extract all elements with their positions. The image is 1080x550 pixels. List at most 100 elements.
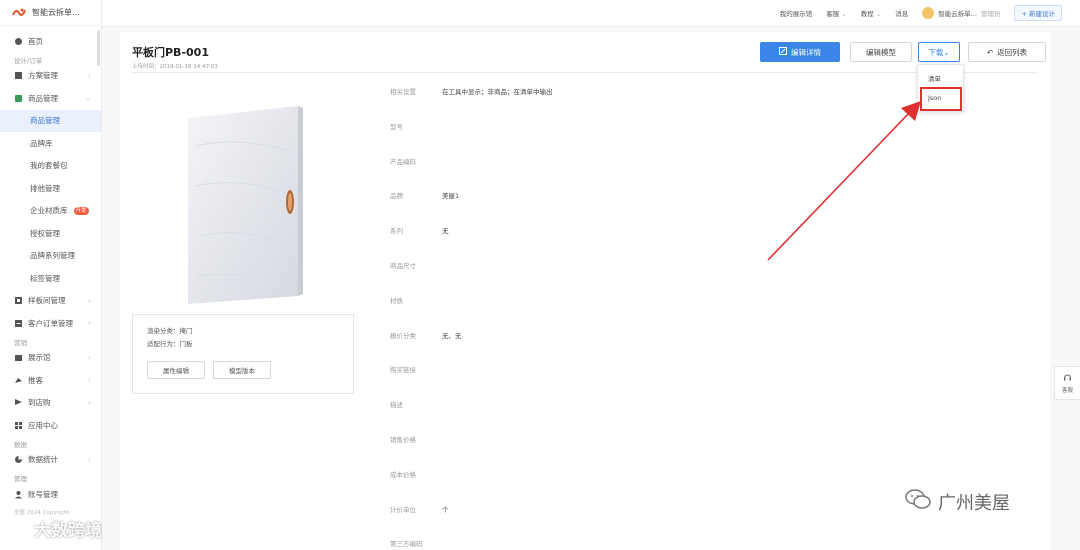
app-title: 智能云拆单... — [32, 8, 80, 17]
new-design-button[interactable]: + 新建设计 — [1014, 5, 1062, 21]
product-image — [132, 86, 354, 314]
scheme-icon — [14, 71, 23, 80]
avatar — [922, 7, 935, 19]
property-row: 销售价格 — [390, 435, 416, 444]
sidebar-item-authorization[interactable]: 授权管理 — [0, 222, 101, 245]
user-role: 管理员 — [980, 10, 1001, 18]
orders-icon — [14, 319, 23, 328]
model-version-button[interactable]: 模型版本 — [213, 361, 271, 379]
dev-badge: 开发 — [73, 206, 89, 215]
section-data: 数据 — [14, 440, 27, 449]
sidebar-item-apps[interactable]: 应用中心 — [0, 414, 101, 437]
pie-chart-icon — [14, 455, 23, 464]
top-bar: 我的展示馆 客服 ⌄ 教程 ⌄ 消息 智能云拆单... 管理员 + 新建设计 — [102, 0, 1080, 27]
topbar-tutorial-link[interactable]: 教程 ⌄ — [861, 8, 882, 18]
sidebar-item-tags[interactable]: 标签管理 — [0, 267, 101, 290]
chevron-right-icon: › — [88, 319, 91, 328]
product-info-box: 渲染分类：掩门 适配行为：门板 属性编辑 模型版本 — [132, 314, 354, 394]
back-icon: ↶ — [986, 47, 994, 57]
sidebar-item-shop[interactable]: 到店购 › — [0, 392, 101, 415]
download-button[interactable]: 下载 ⌄ — [918, 42, 960, 62]
topbar-service-link[interactable]: 客服 ⌄ — [826, 8, 847, 18]
sample-room-icon — [14, 296, 23, 305]
page-title: 平板门PB-001 — [132, 46, 209, 59]
chevron-down-icon: ⌄ — [943, 47, 950, 57]
fit-behavior: 适配行为：门板 — [147, 340, 193, 348]
property-list: 相关设置 在工具中显示；非商品；在清单中输出 型号 产品编码 品牌 美屋1 系列无 … — [390, 86, 553, 550]
attribute-edit-button[interactable]: 属性编辑 — [147, 361, 205, 379]
property-row: 商品尺寸 — [390, 261, 416, 270]
chevron-down-icon: ⌄ — [875, 10, 882, 18]
topbar-messages-link[interactable]: 消息 — [895, 8, 908, 18]
user-menu[interactable]: 智能云拆单... 管理员 — [922, 7, 1000, 19]
topbar-showroom-link[interactable]: 我的展示馆 — [780, 8, 813, 18]
property-row: 型号 — [390, 122, 403, 131]
property-row: 购买链接 — [390, 366, 416, 375]
wechat-icon — [904, 488, 932, 515]
edit-model-button[interactable]: 编辑模型 — [850, 42, 912, 62]
sidebar-item-home[interactable]: 首页 — [0, 30, 101, 53]
sidebar-nav: 首页 设计/订单 方案管理 › 商品管理 ⌄ 商品管理 品牌库 我的套餐包 排他… — [0, 26, 101, 516]
user-name: 智能云拆单... — [938, 10, 977, 18]
section-marketing: 营销 — [14, 338, 27, 347]
chevron-right-icon: › — [88, 398, 91, 407]
door-panel-image — [188, 106, 303, 304]
user-icon — [14, 490, 23, 499]
property-row: 品牌 美屋1 — [390, 192, 460, 201]
property-row: 成本价格 — [390, 470, 416, 479]
property-row: 材质 — [390, 296, 403, 305]
chevron-right-icon: › — [88, 353, 91, 362]
sidebar: 智能云拆单... 首页 设计/订单 方案管理 › 商品管理 ⌄ 商品管理 品牌库… — [0, 0, 102, 550]
edit-icon — [779, 47, 787, 57]
sidebar-item-scheme[interactable]: 方案管理 › — [0, 65, 101, 88]
property-row: 相关设置 在工具中显示；非商品；在清单中输出 — [390, 88, 553, 96]
chevron-down-icon: ⌄ — [85, 94, 91, 103]
watermark-left: 大数跨境 — [10, 516, 102, 541]
sidebar-item-orders[interactable]: 客户订单管理 › — [0, 312, 101, 335]
sidebar-item-goods-manage[interactable]: 商品管理 — [0, 109, 101, 132]
headset-icon — [1063, 373, 1072, 384]
property-row: 计价单位个 — [390, 505, 449, 514]
sidebar-item-accounts[interactable]: 账号管理 — [0, 483, 101, 506]
property-row: 系列无 — [390, 227, 449, 236]
back-to-list-button[interactable]: ↶ 返回列表 — [968, 42, 1046, 62]
logo-icon — [12, 7, 26, 19]
edit-detail-button[interactable]: 编辑详情 — [760, 42, 840, 62]
sidebar-item-stats[interactable]: 数据统计 › — [0, 449, 101, 472]
goods-icon — [14, 94, 23, 103]
watermark-logo-icon — [10, 518, 30, 539]
header-divider — [132, 72, 1038, 73]
property-row: 产品编码 — [390, 157, 416, 166]
chevron-right-icon: › — [88, 71, 91, 80]
section-design: 设计/订单 — [14, 56, 43, 65]
sidebar-item-packages[interactable]: 我的套餐包 — [0, 155, 101, 178]
flag-icon — [14, 398, 23, 407]
sidebar-item-material-library[interactable]: 企业材质库 开发 — [0, 200, 101, 223]
sidebar-item-promote[interactable]: 推客 › — [0, 369, 101, 392]
sidebar-item-brand-series[interactable]: 品牌系列管理 — [0, 245, 101, 268]
watermark-right: 广州美屋 — [904, 488, 1010, 515]
dropdown-item-list[interactable]: 清单 — [918, 68, 963, 88]
product-detail-card: 平板门PB-001 上传时间：2019-01-18 14:47:03 编辑详情 … — [120, 32, 1050, 550]
chevron-right-icon: › — [88, 376, 91, 385]
sidebar-item-showroom[interactable]: 展示馆 › — [0, 347, 101, 370]
home-icon — [14, 37, 23, 46]
sidebar-item-brand-library[interactable]: 品牌库 — [0, 132, 101, 155]
render-category: 渲染分类：掩门 — [147, 327, 193, 335]
main-area: 平板门PB-001 上传时间：2019-01-18 14:47:03 编辑详情 … — [102, 27, 1080, 550]
grid-icon — [14, 421, 23, 430]
floating-service-button[interactable]: 客服 — [1054, 366, 1080, 400]
property-row: 报价分类 无、无 — [390, 331, 462, 340]
property-row: 描述 — [390, 401, 403, 410]
logo-row[interactable]: 智能云拆单... — [0, 0, 101, 26]
chevron-right-icon: › — [88, 455, 91, 464]
sidebar-item-sample-room[interactable]: 样板间管理 › — [0, 290, 101, 313]
sidebar-footer: 全屋 2024 Copyright — [14, 509, 70, 516]
section-manage: 管理 — [14, 475, 27, 483]
sidebar-item-exclusive[interactable]: 排他管理 — [0, 177, 101, 200]
promote-icon — [14, 376, 23, 385]
chevron-right-icon: › — [88, 296, 91, 305]
sidebar-item-goods[interactable]: 商品管理 ⌄ — [0, 87, 101, 110]
json-highlight-box — [920, 87, 962, 111]
chevron-down-icon: ⌄ — [841, 10, 847, 18]
